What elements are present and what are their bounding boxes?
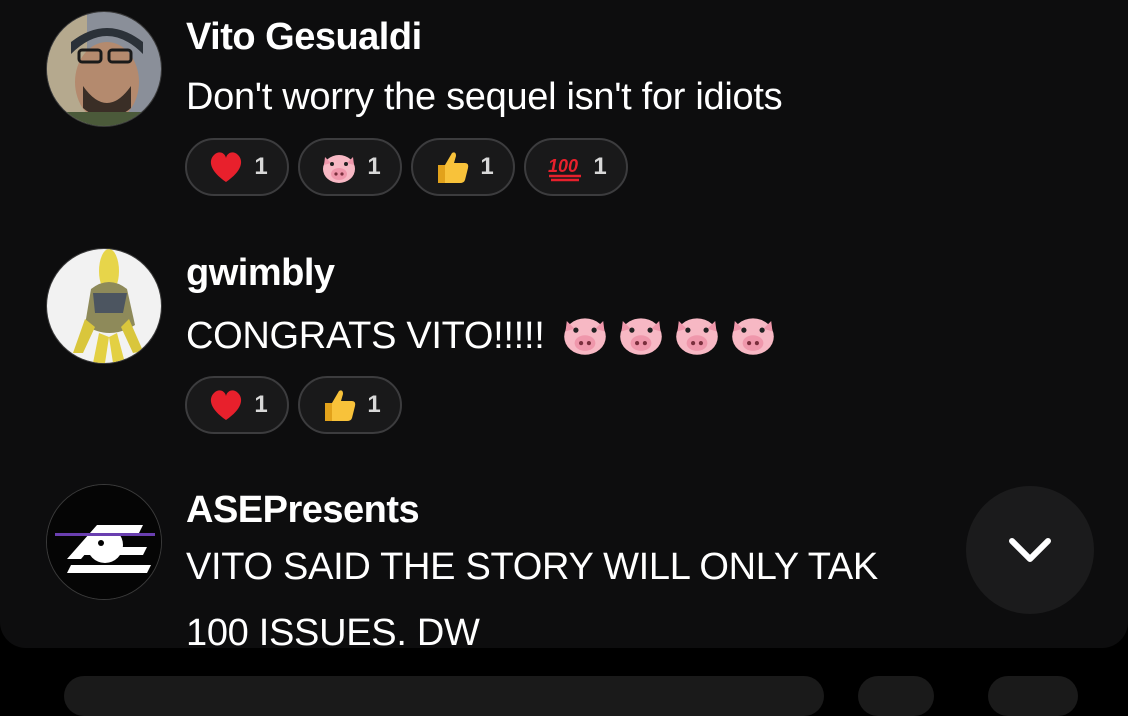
pig-icon <box>675 318 718 355</box>
avatar[interactable] <box>46 11 162 127</box>
reaction-thumbs-up[interactable]: 1 <box>298 376 402 434</box>
hundred-icon: 100 <box>548 156 582 182</box>
heart-icon <box>211 152 242 182</box>
comment-text-line2: 100 ISSUES. DW <box>186 612 480 648</box>
reaction-count: 1 <box>367 391 381 418</box>
comment-text: CONGRATS VITO!!!!! <box>186 308 779 360</box>
comment-text: VITO SAID THE STORY WILL ONLY TAK <box>186 546 878 588</box>
avatar[interactable] <box>46 248 162 364</box>
reaction-count: 1 <box>367 153 381 180</box>
reaction-count: 1 <box>254 153 268 180</box>
reaction-count: 1 <box>593 153 607 180</box>
bottom-action-button[interactable] <box>988 676 1078 716</box>
heart-icon <box>211 390 242 420</box>
reaction-bar: 1 1 1 100 1 <box>185 138 628 196</box>
scroll-to-bottom-button[interactable] <box>966 486 1094 614</box>
pig-icon <box>323 155 356 183</box>
reaction-heart[interactable]: 1 <box>185 376 289 434</box>
comment-text: Don't worry the sequel isn't for idiots <box>186 76 783 118</box>
reaction-pig[interactable]: 1 <box>298 138 402 196</box>
chevron-down-icon <box>1009 538 1051 562</box>
reaction-count: 1 <box>254 391 268 418</box>
thumbs-up-icon <box>438 152 469 183</box>
comments-panel: Vito Gesualdi Don't worry the sequel isn… <box>0 0 1128 648</box>
comment-author[interactable]: Vito Gesualdi <box>186 16 422 59</box>
reaction-heart[interactable]: 1 <box>185 138 289 196</box>
comment-author[interactable]: gwimbly <box>186 252 335 295</box>
svg-text:100: 100 <box>548 156 578 176</box>
comment-input-bar[interactable] <box>64 676 824 716</box>
reaction-thumbs-up[interactable]: 1 <box>411 138 515 196</box>
pig-icon <box>619 318 662 355</box>
pig-icon <box>731 318 774 355</box>
reaction-count: 1 <box>480 153 494 180</box>
pig-icon <box>563 318 606 355</box>
reaction-bar: 1 1 <box>185 376 402 434</box>
thumbs-up-icon <box>325 390 356 421</box>
comment-text-content: CONGRATS VITO!!!!! <box>186 315 545 357</box>
bottom-action-button[interactable] <box>858 676 934 716</box>
comment-author[interactable]: ASEPresents <box>186 489 420 532</box>
reaction-hundred[interactable]: 100 1 <box>524 138 628 196</box>
avatar[interactable] <box>46 484 162 600</box>
